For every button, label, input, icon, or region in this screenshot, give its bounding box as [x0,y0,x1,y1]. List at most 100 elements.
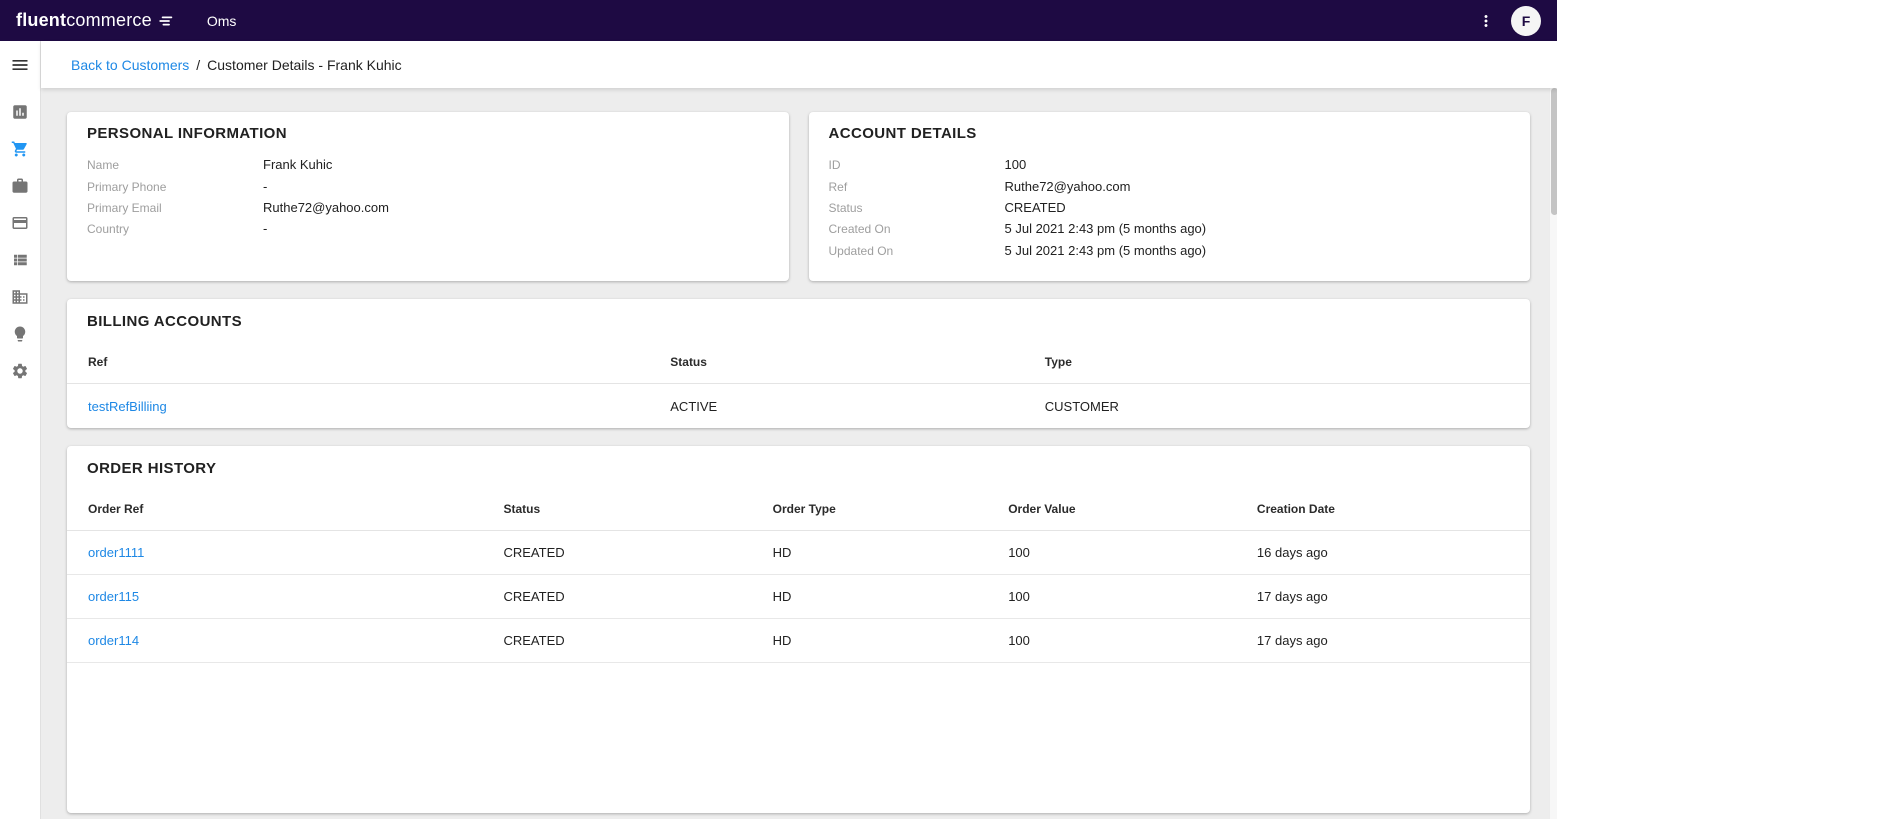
breadcrumb: Back to Customers / Customer Details - F… [41,41,1557,88]
order-type-cell: HD [752,619,988,663]
credit-card-icon[interactable] [0,211,40,235]
order-status-cell: CREATED [482,531,751,575]
order-status-cell: CREATED [482,619,751,663]
order-status-cell: CREATED [482,575,751,619]
field-row: Created On 5 Jul 2021 2:43 pm (5 months … [829,218,1511,239]
brand-logo[interactable]: fluentcommerce [16,10,173,31]
order-date-cell: 16 days ago [1236,531,1530,575]
summary-cards-row: PERSONAL INFORMATION Name Frank Kuhic Pr… [67,112,1530,281]
table-row: order1111 CREATED HD 100 16 days ago [67,531,1530,575]
brand-logo-light: commerce [66,10,152,31]
column-header: Order Value [987,487,1236,531]
brand-logo-bold: fluent [16,10,66,31]
billing-status-cell: ACTIVE [649,384,1024,428]
field-label: Updated On [829,244,1005,258]
topbar: fluentcommerce Oms F [0,0,1557,41]
body-row: Back to Customers / Customer Details - F… [0,41,1557,819]
shopping-cart-icon[interactable] [0,137,40,161]
avatar[interactable]: F [1511,6,1541,36]
scrollbar-track[interactable] [1549,88,1557,819]
bar-chart-icon[interactable] [0,100,40,124]
card-title: BILLING ACCOUNTS [67,299,1530,340]
field-row: ID 100 [829,154,1511,175]
column-header: Type [1024,340,1530,384]
order-value-cell: 100 [987,575,1236,619]
order-history-table: Order Ref Status Order Type Order Value … [67,487,1530,664]
billing-ref-cell: testRefBilliing [67,384,649,428]
field-value: 5 Jul 2021 2:43 pm (5 months ago) [1005,243,1207,258]
kebab-menu-icon[interactable] [1475,10,1497,32]
order-type-cell: HD [752,575,988,619]
column-header: Order Ref [67,487,482,531]
table-header-row: Ref Status Type [67,340,1530,384]
field-label: ID [829,158,1005,172]
field-value: Ruthe72@yahoo.com [1005,179,1131,194]
avatar-initial: F [1522,13,1531,29]
building-icon[interactable] [0,285,40,309]
topbar-actions: F [1475,6,1541,36]
breadcrumb-back-link[interactable]: Back to Customers [71,57,189,73]
order-ref-cell: order115 [67,575,482,619]
main-column: Back to Customers / Customer Details - F… [41,41,1557,819]
field-list: Name Frank Kuhic Primary Phone - Primary… [87,154,769,240]
breadcrumb-current: Customer Details - Frank Kuhic [207,57,402,73]
field-row: Primary Email Ruthe72@yahoo.com [87,197,769,218]
order-ref-link[interactable]: order1111 [88,545,144,560]
field-row: Updated On 5 Jul 2021 2:43 pm (5 months … [829,240,1511,261]
billing-type-cell: CUSTOMER [1024,384,1530,428]
order-value-cell: 100 [987,619,1236,663]
billing-accounts-card: BILLING ACCOUNTS Ref Status Type [67,299,1530,428]
content-area: PERSONAL INFORMATION Name Frank Kuhic Pr… [41,88,1557,819]
briefcase-icon[interactable] [0,174,40,198]
menu-icon[interactable] [0,53,40,77]
order-date-cell: 17 days ago [1236,575,1530,619]
field-label: Ref [829,180,1005,194]
field-label: Status [829,201,1005,215]
column-header: Ref [67,340,649,384]
column-header: Status [482,487,751,531]
breadcrumb-separator: / [196,57,200,73]
column-header: Creation Date [1236,487,1530,531]
card-title: ORDER HISTORY [67,446,1530,487]
field-row: Ref Ruthe72@yahoo.com [829,175,1511,196]
field-value: 5 Jul 2021 2:43 pm (5 months ago) [1005,221,1207,236]
card-filler [67,663,1530,813]
app-title: Oms [207,13,237,29]
order-ref-cell: order114 [67,619,482,663]
table-row: testRefBilliing ACTIVE CUSTOMER [67,384,1530,428]
field-value: Frank Kuhic [263,157,332,172]
column-header: Status [649,340,1024,384]
field-label: Country [87,222,263,236]
personal-information-card: PERSONAL INFORMATION Name Frank Kuhic Pr… [67,112,789,281]
field-value: Ruthe72@yahoo.com [263,200,389,215]
order-ref-link[interactable]: order114 [88,633,139,648]
billing-ref-link[interactable]: testRefBilliing [88,399,167,414]
settings-icon[interactable] [0,359,40,383]
field-value: CREATED [1005,200,1066,215]
billing-accounts-table: Ref Status Type testRefBilliing ACTIVE C… [67,340,1530,428]
field-row: Status CREATED [829,197,1511,218]
field-label: Primary Email [87,201,263,215]
card-title: PERSONAL INFORMATION [87,125,769,142]
order-type-cell: HD [752,531,988,575]
field-value: - [263,179,267,194]
table-row: order115 CREATED HD 100 17 days ago [67,575,1530,619]
field-row: Country - [87,218,769,239]
field-label: Name [87,158,263,172]
field-row: Name Frank Kuhic [87,154,769,175]
field-list: ID 100 Ref Ruthe72@yahoo.com Status CREA… [829,154,1511,261]
order-ref-cell: order1111 [67,531,482,575]
sidebar-nav [0,100,40,396]
order-ref-link[interactable]: order115 [88,589,139,604]
brand-mark-icon [157,14,173,28]
field-label: Primary Phone [87,180,263,194]
app-window: fluentcommerce Oms F [0,0,1557,819]
lightbulb-icon[interactable] [0,322,40,346]
field-value: - [263,221,267,236]
scrollbar-thumb[interactable] [1551,88,1558,215]
table-row: order114 CREATED HD 100 17 days ago [67,619,1530,663]
column-header: Order Type [752,487,988,531]
order-date-cell: 17 days ago [1236,619,1530,663]
card-title: ACCOUNT DETAILS [829,125,1511,142]
list-icon[interactable] [0,248,40,272]
